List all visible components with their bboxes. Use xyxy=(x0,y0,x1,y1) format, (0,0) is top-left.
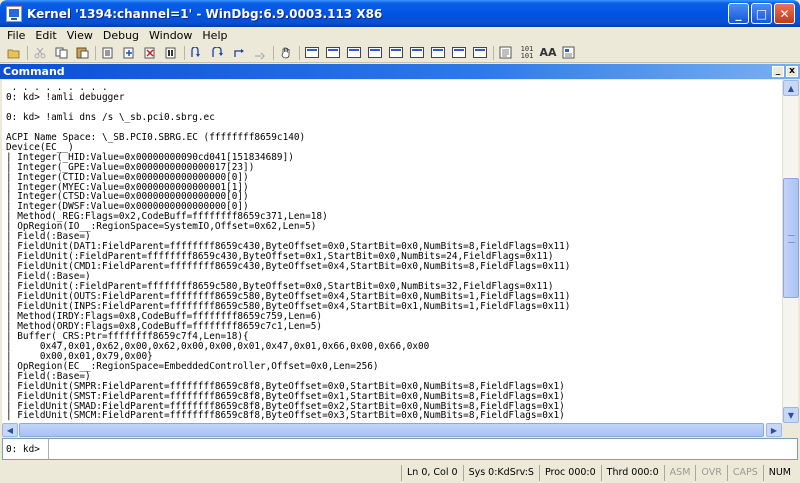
scroll-up-arrow-icon[interactable]: ▲ xyxy=(783,80,799,96)
command-window-icon[interactable] xyxy=(304,46,320,60)
call-stack-icon[interactable] xyxy=(409,46,425,60)
windbg-app-icon[interactable] xyxy=(6,5,22,22)
status-proc: Proc 000:0 xyxy=(538,464,601,481)
toolbar-separator xyxy=(273,45,274,60)
menu-bar: File Edit View Debug Window Help xyxy=(0,27,800,43)
command-output[interactable]: . . . . . . . . . 0: kd> !amli debugger … xyxy=(2,80,782,423)
pane-close-button[interactable]: x xyxy=(786,66,798,77)
processes-threads-icon[interactable] xyxy=(472,46,488,60)
font-icon[interactable]: AA xyxy=(539,46,556,60)
cut-icon[interactable] xyxy=(32,46,48,60)
toolbar: 101 101 AA xyxy=(0,43,800,63)
scratch-pad-icon[interactable] xyxy=(451,46,467,60)
maximize-button[interactable]: □ xyxy=(751,3,772,24)
menu-file[interactable]: File xyxy=(2,29,30,42)
scroll-down-arrow-icon[interactable]: ▼ xyxy=(783,407,799,423)
registers-window-icon[interactable] xyxy=(367,46,383,60)
hand-icon[interactable] xyxy=(278,46,294,60)
status-ln-col: Ln 0, Col 0 xyxy=(400,464,463,481)
status-ovr: OVR xyxy=(695,464,726,481)
menu-help[interactable]: Help xyxy=(197,29,232,42)
horizontal-scroll-thumb[interactable] xyxy=(19,423,764,437)
menu-window[interactable]: Window xyxy=(144,29,197,42)
toolbar-separator xyxy=(184,45,185,60)
command-pane-header: Command _ x xyxy=(0,64,800,79)
vertical-scrollbar[interactable]: ▲ ▼ xyxy=(782,80,799,423)
command-output-text: . . . . . . . . . 0: kd> !amli debugger … xyxy=(6,82,571,422)
options-icon[interactable] xyxy=(561,46,577,60)
status-sys: Sys 0:KdSrv:S xyxy=(462,464,539,481)
horizontal-scrollbar[interactable]: ◀ ▶ xyxy=(2,423,782,437)
menu-view[interactable]: View xyxy=(62,29,98,42)
step-out-icon[interactable] xyxy=(231,46,247,60)
vertical-scroll-thumb[interactable] xyxy=(783,178,799,298)
status-caps: CAPS xyxy=(726,464,763,481)
open-icon[interactable] xyxy=(6,46,22,60)
menu-edit[interactable]: Edit xyxy=(30,29,61,42)
command-input-row: 0: kd> xyxy=(2,438,798,460)
status-bar: Ln 0, Col 0 Sys 0:KdSrv:S Proc 000:0 Thr… xyxy=(0,462,800,483)
command-pane-title: Command xyxy=(3,65,65,78)
step-into-icon[interactable] xyxy=(189,46,205,60)
step-over-icon[interactable] xyxy=(210,46,226,60)
paste-icon[interactable] xyxy=(74,46,90,60)
memory-window-icon[interactable] xyxy=(388,46,404,60)
locals-window-icon[interactable] xyxy=(346,46,362,60)
status-num: NUM xyxy=(762,464,796,481)
go-icon[interactable] xyxy=(100,46,116,60)
watch-window-icon[interactable] xyxy=(325,46,341,60)
toolbar-separator xyxy=(95,45,96,60)
toolbar-separator xyxy=(299,45,300,60)
title-bar[interactable]: Kernel '1394:channel=1' - WinDbg:6.9.000… xyxy=(0,0,800,27)
scroll-left-arrow-icon[interactable]: ◀ xyxy=(2,423,18,437)
source-mode-icon[interactable] xyxy=(498,46,514,60)
toolbar-separator xyxy=(27,45,28,60)
restart-icon[interactable] xyxy=(121,46,137,60)
status-asm: ASM xyxy=(663,464,696,481)
pane-minimize-button[interactable]: _ xyxy=(772,66,784,77)
menu-debug[interactable]: Debug xyxy=(98,29,144,42)
copy-icon[interactable] xyxy=(53,46,69,60)
window-title: Kernel '1394:channel=1' - WinDbg:6.9.000… xyxy=(27,6,383,21)
command-input[interactable] xyxy=(49,439,797,459)
stop-debugging-icon[interactable] xyxy=(142,46,158,60)
close-button[interactable]: ✕ xyxy=(774,3,795,24)
scroll-right-arrow-icon[interactable]: ▶ xyxy=(766,423,782,437)
toolbar-separator xyxy=(493,45,494,60)
disassembly-window-icon[interactable] xyxy=(430,46,446,60)
status-thrd: Thrd 000:0 xyxy=(600,464,664,481)
assembly-mode-icon[interactable]: 101 101 xyxy=(519,45,535,60)
break-icon[interactable] xyxy=(163,46,179,60)
run-to-cursor-icon[interactable] xyxy=(252,46,268,60)
command-prompt: 0: kd> xyxy=(3,439,49,459)
minimize-button[interactable]: _ xyxy=(728,3,749,24)
